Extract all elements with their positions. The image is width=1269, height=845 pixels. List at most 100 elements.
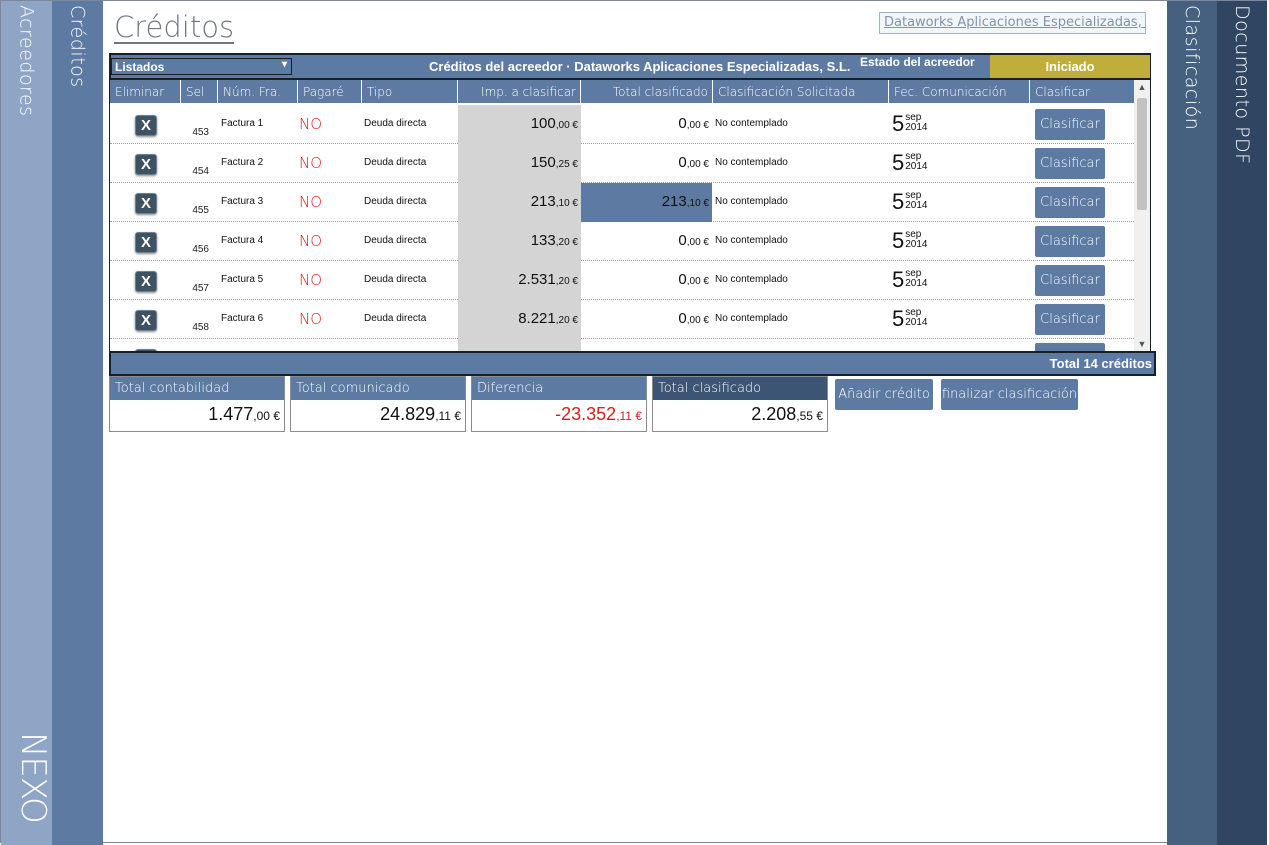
fecha-day: 5: [892, 228, 905, 253]
tipo-value: Deuda directa: [364, 313, 427, 324]
table-row: X 455 Factura 3 NO Deuda directa 213,10 €213,…: [110, 183, 1134, 222]
fecha-month-year: sep 2014: [905, 190, 928, 211]
clasificar-button[interactable]: Clasificar: [1035, 148, 1105, 179]
tipo-value: Deuda directa: [364, 235, 427, 246]
fecha-day: 5: [892, 306, 905, 331]
nav-acreedores-label: Acreedores: [15, 5, 38, 117]
imp-clasificar-value: 100,00 €: [458, 105, 581, 144]
add-credit-button[interactable]: Añadir crédito: [835, 379, 933, 410]
fecha-comunicacion: 5sep 2014: [889, 183, 1031, 222]
fecha-comunicacion: 5sep 2014: [889, 222, 1031, 261]
nav-clasificacion-label: Clasificación: [1181, 5, 1203, 131]
delete-icon[interactable]: X: [135, 232, 157, 253]
total-contabilidad-label: Total contabilidad: [110, 377, 284, 400]
clasificar-button[interactable]: Clasificar: [1035, 187, 1105, 218]
fecha-day: 5: [892, 267, 905, 292]
table-row: X 453 Factura 1 NO Deuda directa 100,00 € 0,00…: [110, 105, 1134, 144]
scroll-down-icon[interactable]: ▼: [1134, 339, 1150, 349]
col-imp-clasificar: Imp. a clasificar: [458, 80, 581, 103]
creditor-link[interactable]: Dataworks Aplicaciones Especializadas, S…: [879, 12, 1146, 34]
credits-header-title: Créditos del acreedor · Dataworks Aplica…: [429, 59, 851, 74]
col-total-clasificado: Total clasificado: [581, 80, 713, 103]
delete-icon[interactable]: X: [135, 115, 157, 136]
total-clasificado-value: 213,10 €: [581, 183, 712, 222]
clasificacion-solicitada-value: No contemplado: [715, 274, 788, 285]
pagare-value: NO: [299, 115, 323, 133]
col-fec-comunicacion: Fec. Comunicación: [889, 80, 1030, 103]
col-tipo: Tipo: [362, 80, 458, 103]
table-row-partial: X: [110, 339, 1134, 351]
col-num-fra: Núm. Fra.: [218, 80, 298, 103]
scroll-thumb[interactable]: [1137, 98, 1147, 210]
clasificar-button[interactable]: Clasificar: [1035, 226, 1105, 257]
sel-number: 455: [192, 205, 209, 216]
pagare-value: NO: [299, 310, 323, 328]
listados-value: Listados: [115, 60, 165, 74]
sel-number: 458: [192, 322, 209, 333]
invoice-number: Factura 6: [221, 313, 264, 324]
clasificar-button[interactable]: Clasificar: [1035, 265, 1105, 296]
invoice-number: Factura 3: [221, 196, 264, 207]
tipo-value: Deuda directa: [364, 157, 427, 168]
fecha-day: 5: [892, 150, 905, 175]
diferencia-value: -23.352,11 €: [555, 404, 642, 424]
fecha-day: 5: [892, 111, 905, 136]
total-contabilidad-value: 1.477,00 €: [208, 404, 280, 424]
nav-creditos[interactable]: Créditos: [52, 1, 103, 845]
pagare-value: NO: [299, 232, 323, 250]
delete-icon[interactable]: X: [135, 154, 157, 175]
clasificar-button[interactable]: Clasificar: [1035, 304, 1105, 335]
delete-icon[interactable]: X: [135, 271, 157, 292]
total-clasificado-box: Total clasificado 2.208,55 €: [652, 376, 828, 432]
nav-documento-pdf[interactable]: Documento PDF: [1217, 1, 1267, 845]
delete-icon[interactable]: X: [135, 310, 157, 331]
finish-classification-button[interactable]: finalizar clasificación: [941, 379, 1078, 410]
credits-table: Eliminar Sel Núm. Fra. Pagaré Tipo Imp. …: [109, 80, 1151, 351]
table-row: X 458 Factura 6 NO Deuda directa 8.221,20 € 0,…: [110, 300, 1134, 339]
imp-clasificar-value: 133,20 €: [458, 222, 581, 261]
sel-number: 456: [192, 244, 209, 255]
fecha-comunicacion: 5sep 2014: [889, 300, 1031, 339]
total-comunicado-label: Total comunicado: [291, 377, 465, 400]
col-eliminar: Eliminar: [110, 80, 181, 103]
table-row: X 454 Factura 2 NO Deuda directa 150,25 € 0,00…: [110, 144, 1134, 183]
col-sel: Sel: [181, 80, 218, 103]
clasificar-button[interactable]: [1035, 343, 1105, 351]
tipo-value: Deuda directa: [364, 274, 427, 285]
nav-clasificacion[interactable]: Clasificación: [1167, 1, 1217, 845]
listados-dropdown[interactable]: Listados ▾: [111, 58, 292, 75]
clasificar-button[interactable]: Clasificar: [1035, 109, 1105, 140]
estado-badge: Iniciado: [990, 55, 1150, 78]
page-title: Créditos: [114, 10, 235, 44]
sel-number: 454: [192, 166, 209, 177]
table-row: X 456 Factura 4 NO Deuda directa 133,20 € 0,00…: [110, 222, 1134, 261]
sel-number: 453: [192, 127, 209, 138]
imp-clasificar-value: 213,10 €: [458, 183, 581, 222]
invoice-number: Factura 4: [221, 235, 264, 246]
total-clasificado-value: 0,00 €: [678, 154, 709, 171]
nav-acreedores[interactable]: Acreedores NEXO: [1, 1, 53, 845]
imp-clasificar-value: [458, 339, 581, 351]
fecha-month-year: sep 2014: [905, 307, 928, 328]
estado-label: Estado del acreedor: [860, 55, 975, 69]
fecha-month-year: sep 2014: [905, 229, 928, 250]
fecha-month-year: sep 2014: [905, 112, 928, 133]
diferencia-label: Diferencia: [472, 377, 646, 400]
col-clasificar: Clasificar: [1035, 85, 1091, 99]
nexo-logo: NEXO: [13, 732, 53, 823]
nav-creditos-label: Créditos: [66, 5, 89, 88]
total-comunicado-box: Total comunicado 24.829,11 €: [290, 376, 466, 432]
imp-clasificar-value: 2.531,20 €: [458, 261, 581, 300]
sel-number: 457: [192, 283, 209, 294]
clasificacion-solicitada-value: No contemplado: [715, 118, 788, 129]
table-header: Eliminar Sel Núm. Fra. Pagaré Tipo Imp. …: [110, 80, 1134, 103]
total-creditos: Total 14 créditos: [1049, 356, 1152, 371]
delete-icon[interactable]: X: [135, 193, 157, 214]
scroll-up-icon[interactable]: ▲: [1134, 82, 1150, 92]
table-scrollbar[interactable]: ▲ ▼: [1134, 80, 1150, 351]
fecha-day: 5: [892, 189, 905, 214]
col-pagare: Pagaré: [298, 80, 362, 103]
total-clasificado-label: Total clasificado: [653, 377, 827, 400]
total-clasificado-value: 0,00 €: [678, 115, 709, 132]
diferencia-box: Diferencia -23.352,11 €: [471, 376, 647, 432]
